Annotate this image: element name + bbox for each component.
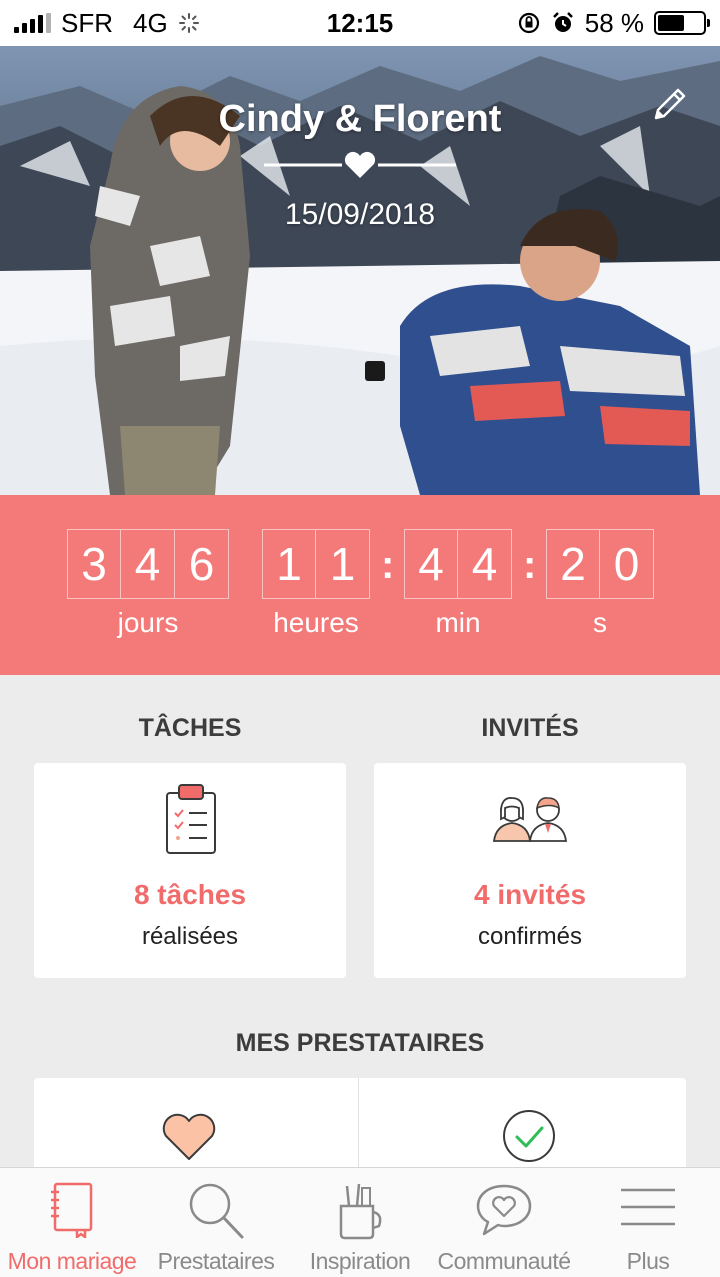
countdown-digit: 6 bbox=[175, 529, 229, 599]
tab-plus[interactable]: Plus bbox=[576, 1168, 720, 1277]
tab-label: Prestataires bbox=[157, 1248, 275, 1274]
pencil-cup-icon bbox=[339, 1183, 382, 1240]
edit-pencil-icon[interactable] bbox=[650, 84, 690, 124]
tab-communaute[interactable]: Communauté bbox=[432, 1168, 576, 1277]
vendors-title: MES PRESTATAIRES bbox=[235, 1029, 485, 1057]
countdown-minutes: 4 4 bbox=[404, 529, 512, 599]
battery-percent: 58 % bbox=[584, 7, 644, 38]
countdown-digit: 4 bbox=[458, 529, 512, 599]
tasks-card[interactable]: 8 tâches réalisées bbox=[34, 763, 346, 978]
alarm-icon bbox=[552, 12, 573, 32]
countdown-colon: : bbox=[523, 543, 537, 587]
chat-heart-icon bbox=[476, 1184, 532, 1236]
favorite-vendors-heart-icon[interactable] bbox=[161, 1112, 217, 1162]
vendors-divider bbox=[358, 1078, 359, 1178]
countdown-days: 3 4 6 bbox=[67, 529, 229, 599]
vendors-card bbox=[34, 1078, 686, 1178]
countdown-seconds: 2 0 bbox=[546, 529, 654, 599]
booked-vendors-check-icon[interactable] bbox=[501, 1108, 557, 1164]
tasks-title: TÂCHES bbox=[138, 714, 242, 742]
guests-card[interactable]: 4 invités confirmés bbox=[374, 763, 686, 978]
wedding-date: 15/09/2018 bbox=[284, 198, 436, 231]
countdown-minutes-label: min bbox=[435, 607, 481, 638]
hero-photo: Cindy & Florent 15/09/2018 bbox=[0, 46, 720, 495]
status-bar: SFR 4G 12:15 58 % bbox=[0, 0, 720, 46]
tab-label: Communauté bbox=[437, 1248, 571, 1274]
tab-label: Plus bbox=[626, 1248, 670, 1274]
heart-icon bbox=[344, 151, 376, 178]
countdown-hours: 1 1 bbox=[262, 529, 370, 599]
clipboard-checklist-icon bbox=[166, 784, 216, 854]
countdown-digit: 1 bbox=[316, 529, 370, 599]
guests-title: INVITÉS bbox=[481, 714, 579, 742]
notebook-icon bbox=[51, 1182, 93, 1238]
tasks-count: 8 tâches bbox=[133, 879, 247, 910]
countdown-seconds-label: s bbox=[593, 607, 607, 638]
countdown-colon: : bbox=[381, 543, 395, 587]
countdown-digit: 2 bbox=[546, 529, 600, 599]
countdown-digit: 4 bbox=[121, 529, 175, 599]
tasks-sub-label: réalisées bbox=[141, 923, 239, 950]
rotation-lock-icon bbox=[518, 12, 539, 34]
tab-bar: Mon mariage Prestataires Inspiration Com… bbox=[0, 1167, 720, 1277]
tab-label: Inspiration bbox=[309, 1248, 411, 1274]
battery-icon bbox=[654, 11, 710, 35]
heart-divider bbox=[264, 151, 456, 178]
countdown-digit: 1 bbox=[262, 529, 316, 599]
guests-count: 4 invités bbox=[473, 879, 587, 910]
countdown-panel: 3 4 6 jours 1 1 heures : 4 4 min : 2 0 s bbox=[0, 495, 720, 675]
tab-label: Mon mariage bbox=[7, 1248, 137, 1274]
search-icon bbox=[189, 1183, 244, 1239]
menu-icon bbox=[621, 1188, 675, 1226]
tab-inspiration[interactable]: Inspiration bbox=[288, 1168, 432, 1277]
guests-couple-icon bbox=[492, 797, 568, 842]
tab-mon-mariage[interactable]: Mon mariage bbox=[0, 1168, 144, 1277]
countdown-days-label: jours bbox=[117, 607, 179, 638]
countdown-hours-label: heures bbox=[273, 607, 359, 638]
countdown-digit: 4 bbox=[404, 529, 458, 599]
countdown-digit: 3 bbox=[67, 529, 121, 599]
couple-names: Cindy & Florent bbox=[218, 98, 502, 140]
countdown-digit: 0 bbox=[600, 529, 654, 599]
guests-sub-label: confirmés bbox=[477, 923, 583, 950]
tab-prestataires[interactable]: Prestataires bbox=[144, 1168, 288, 1277]
